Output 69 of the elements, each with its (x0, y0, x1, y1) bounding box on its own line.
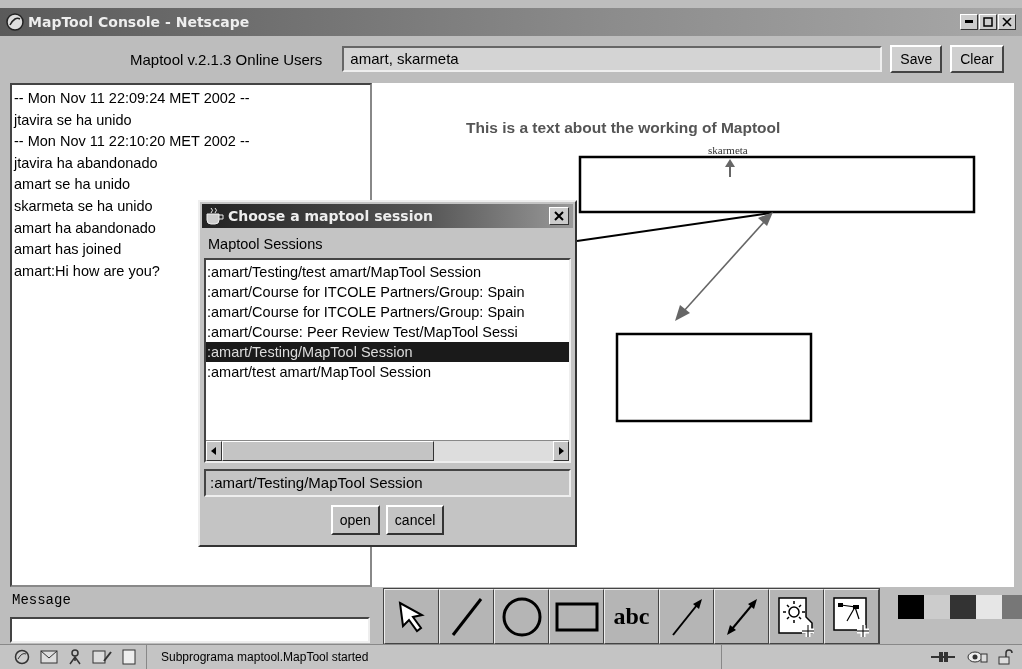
tool-button[interactable] (494, 589, 549, 644)
dialog-title: Choose a maptool session (228, 208, 434, 224)
color-swatch[interactable] (976, 595, 1002, 619)
chat-line: -- Mon Nov 11 22:09:24 MET 2002 -- (14, 89, 250, 108)
scroll-right-icon[interactable] (553, 441, 569, 461)
maximize-icon (983, 16, 993, 27)
session-item[interactable]: :amart/test amart/MapTool Session (206, 362, 569, 382)
plug-icon (930, 650, 956, 664)
person-icon[interactable] (68, 649, 82, 665)
globe-icon (6, 12, 24, 31)
tool-button[interactable]: abc (604, 589, 659, 644)
coffee-cup-icon (206, 207, 224, 225)
cancel-button[interactable]: cancel (385, 505, 445, 535)
mail-icon[interactable] (40, 650, 58, 664)
chat-line: amart se ha unido (14, 175, 131, 195)
minimize-button[interactable] (960, 13, 978, 30)
session-item[interactable]: :amart/Course for ITCOLE Partners/Group: Spain (206, 282, 569, 302)
tool-button[interactable] (659, 589, 714, 644)
list-label: Maptool Sessions (207, 235, 324, 254)
rectangle-icon (554, 601, 599, 632)
eye-icon[interactable] (966, 650, 988, 664)
session-item[interactable]: :amart/Testing/test amart/MapTool Session (206, 262, 569, 282)
scroll-thumb[interactable] (222, 441, 434, 461)
color-swatch[interactable] (950, 595, 976, 619)
session-item[interactable]: :amart/Course for ITCOLE Partners/Group: Spain (206, 302, 569, 322)
composer-icon[interactable] (92, 649, 112, 665)
padlock-icon[interactable] (998, 649, 1014, 665)
open-button[interactable]: open (330, 505, 380, 535)
close-button[interactable] (998, 13, 1016, 30)
color-swatch[interactable] (924, 595, 950, 619)
color-swatch[interactable] (1002, 595, 1022, 619)
canvas-text: This is a text about the working of Maptool (466, 119, 781, 136)
minimize-icon (965, 20, 973, 24)
save-button[interactable]: Save (890, 45, 943, 74)
chat-line: amart ha abandonado (14, 218, 156, 238)
chat-line: jtavira se ha unido (14, 110, 132, 130)
tool-button[interactable] (769, 589, 824, 644)
tool-button[interactable] (824, 589, 879, 644)
chat-line: amart has joined (14, 240, 122, 260)
selected-session-field[interactable]: :amart/Testing/MapTool Session (204, 469, 571, 497)
close-icon (1002, 16, 1012, 27)
status-text: Subprograma maptool.MapTool started (147, 645, 722, 669)
tool-button[interactable] (549, 589, 604, 644)
clear-button[interactable]: Clear (950, 45, 1004, 74)
chat-line: jtavira ha abandonado (14, 153, 158, 173)
online-users-label: Maptool v.2.1.3 Online Users (130, 50, 323, 68)
session-item[interactable]: :amart/Course: Peer Review Test/MapTool Sessi (206, 322, 569, 342)
page-icon[interactable] (122, 649, 136, 665)
chat-line: skarmeta se ha unido (14, 196, 153, 216)
message-input[interactable] (10, 617, 370, 643)
maximize-button[interactable] (979, 13, 997, 30)
arrow (725, 159, 735, 178)
author-label: skarmeta (708, 144, 748, 156)
globe-icon[interactable] (14, 649, 30, 665)
color-swatch[interactable] (898, 595, 924, 619)
online-users-field[interactable]: amart, skarmeta (342, 46, 883, 73)
horizontal-scrollbar[interactable] (206, 440, 569, 461)
ellipse-icon (500, 595, 543, 638)
tool-button[interactable] (384, 589, 439, 644)
chat-line: -- Mon Nov 11 22:10:20 MET 2002 -- (14, 132, 250, 152)
session-item[interactable]: :amart/Testing/MapTool Session (206, 342, 569, 362)
scroll-left-icon[interactable] (206, 441, 222, 461)
chat-line: amart:Hi how are you? (14, 261, 160, 281)
message-label: Message (11, 591, 72, 610)
close-icon (553, 210, 565, 222)
tool-button[interactable] (439, 589, 494, 644)
tool-button[interactable] (714, 589, 769, 644)
close-button[interactable] (549, 207, 569, 225)
window-title: MapTool Console - Netscape (28, 13, 250, 30)
